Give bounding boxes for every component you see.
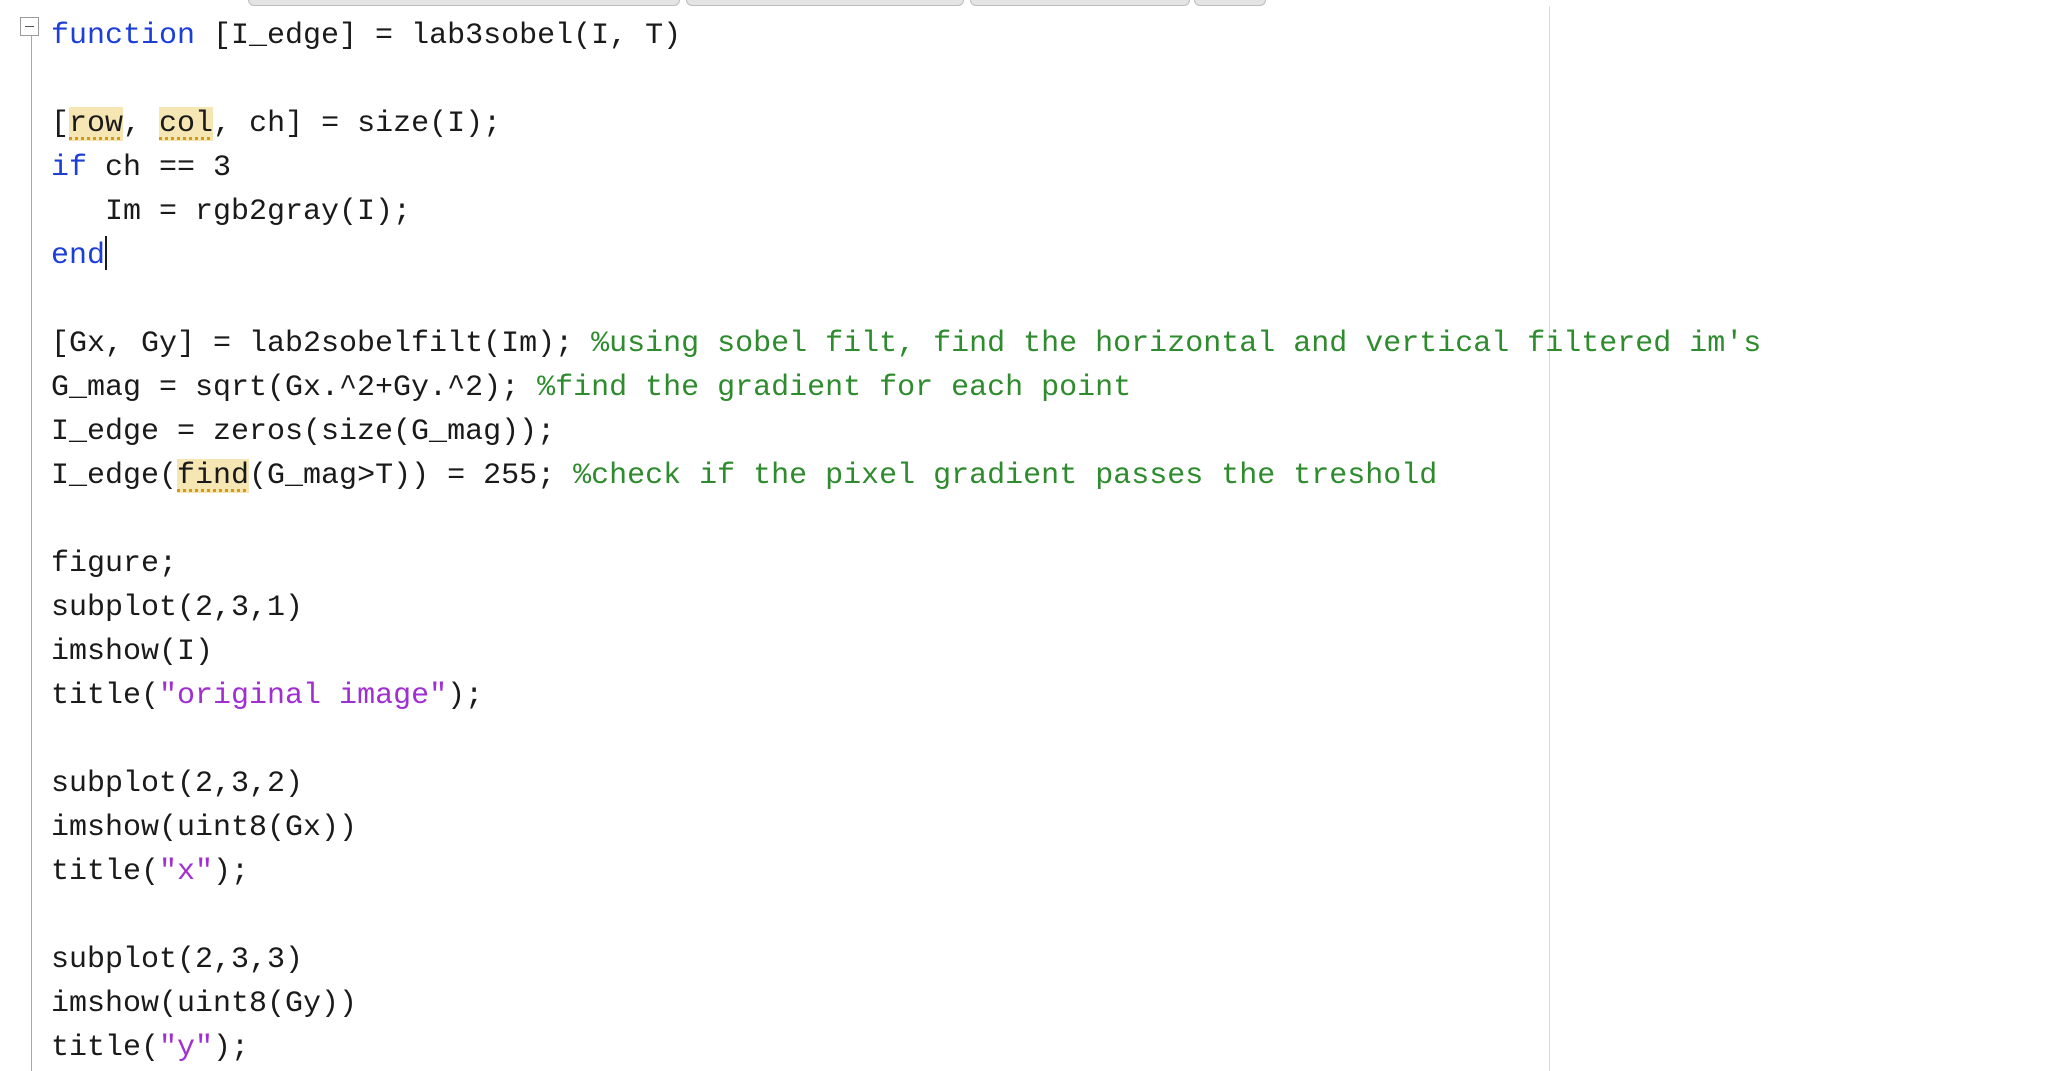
code-line[interactable]: imshow(uint8(Gx)) xyxy=(51,806,1761,850)
code-token: title( xyxy=(51,855,160,889)
code-line[interactable] xyxy=(51,718,1761,762)
code-token: (G_mag>T)) = 255; xyxy=(249,459,574,493)
code-line[interactable]: subplot(2,3,3) xyxy=(51,938,1761,982)
code-editor[interactable]: function [I_edge] = lab3sobel(I, T) [row… xyxy=(0,6,2047,1071)
text-caret xyxy=(105,236,108,270)
code-token: I_edge = zeros(size(G_mag)); xyxy=(51,415,556,449)
fold-gutter-line xyxy=(31,36,32,1071)
code-line[interactable] xyxy=(51,58,1761,102)
code-line[interactable]: title("y"); xyxy=(51,1026,1761,1070)
code-token: [Gx, Gy] = lab2sobelfilt(Im); xyxy=(51,327,592,361)
code-line[interactable]: if ch == 3 xyxy=(51,146,1761,190)
code-line[interactable]: imshow(I) xyxy=(51,630,1761,674)
code-line[interactable] xyxy=(51,894,1761,938)
code-token: ); xyxy=(213,855,250,889)
code-line[interactable]: title("x"); xyxy=(51,850,1761,894)
code-line[interactable]: imshow(uint8(Gy)) xyxy=(51,982,1761,1026)
keyword-token: function xyxy=(51,19,196,53)
code-line[interactable] xyxy=(51,498,1761,542)
code-token: ); xyxy=(447,679,484,713)
code-token: , xyxy=(123,107,160,141)
string-token: "original image" xyxy=(159,679,448,713)
code-token: I_edge( xyxy=(51,459,178,493)
code-token: [I_edge] = lab3sobel(I, T) xyxy=(195,19,682,53)
code-token: [ xyxy=(51,107,70,141)
code-token: title( xyxy=(51,679,160,713)
code-token: figure; xyxy=(51,547,178,581)
comment-token: %check if the pixel gradient passes the … xyxy=(573,459,1438,493)
fold-collapse-icon[interactable] xyxy=(20,17,39,36)
code-line[interactable]: [row, col, ch] = size(I); xyxy=(51,102,1761,146)
comment-token: %using sobel filt, find the horizontal a… xyxy=(591,327,1762,361)
code-line[interactable]: subplot(2,3,1) xyxy=(51,586,1761,630)
code-token: imshow(uint8(Gy)) xyxy=(51,987,358,1021)
code-token: Im = rgb2gray(I); xyxy=(51,195,412,229)
code-line[interactable]: end xyxy=(51,234,1761,278)
comment-token: %find the gradient for each point xyxy=(537,371,1132,405)
code-line[interactable]: figure; xyxy=(51,542,1761,586)
keyword-token: if xyxy=(51,151,88,185)
code-token: title( xyxy=(51,1031,160,1065)
code-line[interactable]: I_edge = zeros(size(G_mag)); xyxy=(51,410,1761,454)
code-token: imshow(I) xyxy=(51,635,214,669)
code-text[interactable]: function [I_edge] = lab3sobel(I, T) [row… xyxy=(51,14,1761,1070)
code-token: subplot(2,3,1) xyxy=(51,591,304,625)
code-token: , ch] = size(I); xyxy=(213,107,502,141)
code-line[interactable]: G_mag = sqrt(Gx.^2+Gy.^2); %find the gra… xyxy=(51,366,1761,410)
code-token: ); xyxy=(213,1031,250,1065)
code-line[interactable]: title("original image"); xyxy=(51,674,1761,718)
code-line[interactable]: [Gx, Gy] = lab2sobelfilt(Im); %using sob… xyxy=(51,322,1761,366)
code-token: imshow(uint8(Gx)) xyxy=(51,811,358,845)
string-token: "x" xyxy=(159,855,214,889)
keyword-token: end xyxy=(51,239,106,273)
code-token: subplot(2,3,3) xyxy=(51,943,304,977)
code-token: subplot(2,3,2) xyxy=(51,767,304,801)
code-line[interactable]: function [I_edge] = lab3sobel(I, T) xyxy=(51,14,1761,58)
code-line[interactable] xyxy=(51,278,1761,322)
string-token: "y" xyxy=(159,1031,214,1065)
code-line[interactable]: Im = rgb2gray(I); xyxy=(51,190,1761,234)
highlighted-token: find xyxy=(177,459,250,493)
code-token: G_mag = sqrt(Gx.^2+Gy.^2); xyxy=(51,371,538,405)
highlighted-token: col xyxy=(159,107,214,141)
code-line[interactable]: I_edge(find(G_mag>T)) = 255; %check if t… xyxy=(51,454,1761,498)
highlighted-token: row xyxy=(69,107,124,141)
code-line[interactable]: subplot(2,3,2) xyxy=(51,762,1761,806)
code-token: ch == 3 xyxy=(87,151,232,185)
